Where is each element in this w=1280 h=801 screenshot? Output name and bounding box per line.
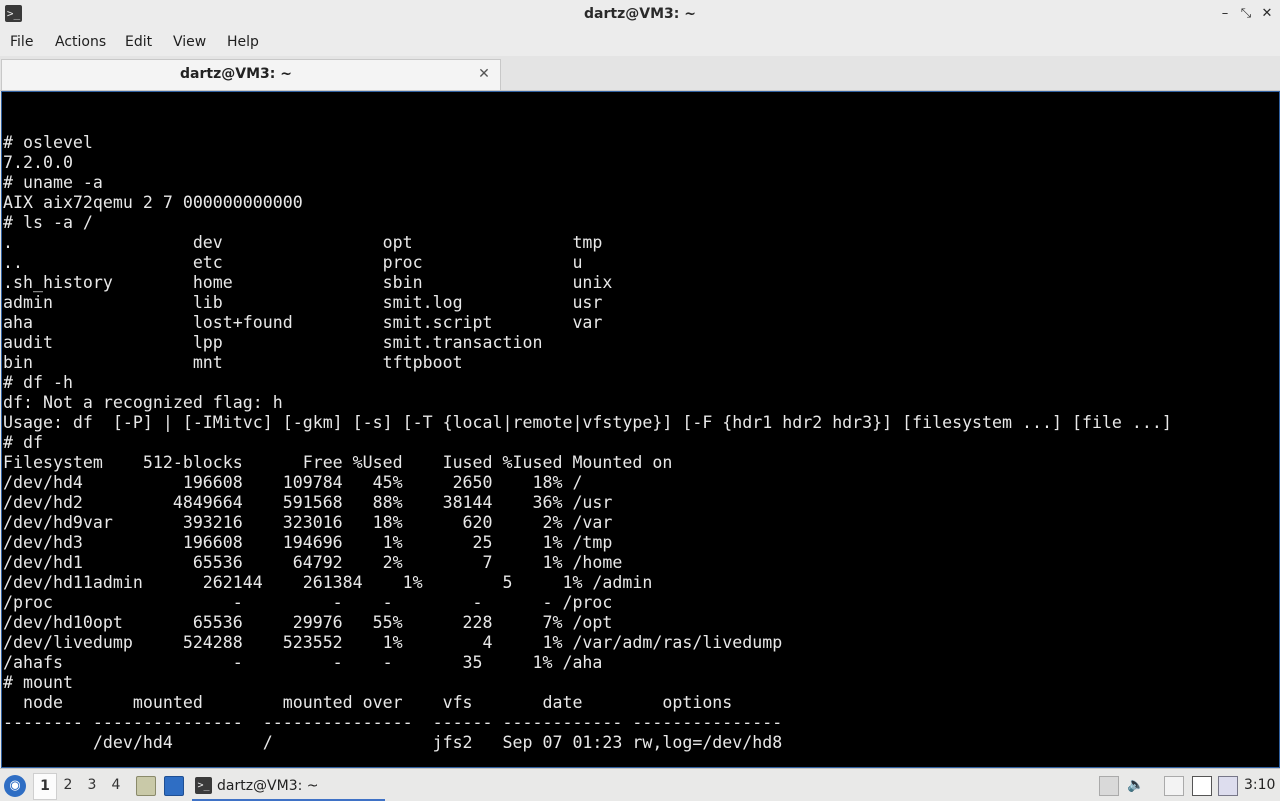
terminal-line: admin lib smit.log usr <box>3 293 603 312</box>
clipboard-icon[interactable] <box>1164 776 1184 796</box>
workspace-3[interactable]: 3 <box>81 773 103 798</box>
menubar: File Actions Edit View Help <box>0 29 1280 56</box>
terminal-line: /dev/livedump 524288 523552 1% 4 1% /var… <box>3 633 783 652</box>
terminal-line: Usage: df [-P] | [-IMitvc] [-gkm] [-s] [… <box>3 413 1172 432</box>
file-manager-icon[interactable] <box>136 776 156 796</box>
terminal-line: /dev/hd10opt 65536 29976 55% 228 7% /opt <box>3 613 613 632</box>
maximize-icon[interactable]: ⤡ <box>1237 5 1255 23</box>
menu-edit[interactable]: Edit <box>125 29 152 56</box>
terminal-line: # mount <box>3 673 73 692</box>
terminal-line: /dev/hd1 65536 64792 2% 7 1% /home <box>3 553 623 572</box>
terminal-line: .. etc proc u <box>3 253 583 272</box>
terminal-line: audit lpp smit.transaction <box>3 333 543 352</box>
show-desktop-icon[interactable] <box>164 776 184 796</box>
tab-strip: dartz@VM3: ~ ✕ <box>0 56 1280 91</box>
menu-help[interactable]: Help <box>227 29 259 56</box>
start-menu-icon[interactable]: ◉ <box>4 775 26 797</box>
updates-icon[interactable] <box>1099 776 1119 796</box>
tab-close-icon[interactable]: ✕ <box>476 65 492 83</box>
menu-actions[interactable]: Actions <box>55 29 106 56</box>
workspace-1[interactable]: 1 <box>33 773 57 800</box>
minimize-icon[interactable]: – <box>1216 5 1234 23</box>
terminal-task-icon: >_ <box>195 777 212 794</box>
terminal-line: /dev/hd2 4849664 591568 88% 38144 36% /u… <box>3 493 613 512</box>
network-icon[interactable] <box>1218 776 1238 796</box>
terminal-line: # df -h <box>3 373 73 392</box>
terminal-line: node mounted mounted over vfs date optio… <box>3 693 733 712</box>
terminal-line: /dev/hd3 196608 194696 1% 25 1% /tmp <box>3 533 613 552</box>
terminal-line: -------- --------------- ---------------… <box>3 713 783 732</box>
taskbar: ◉ 1 2 3 4 >_ dartz@VM3: ~ 🔈 3:10 <box>0 768 1280 801</box>
menu-file[interactable]: File <box>10 29 33 56</box>
terminal-line: # df <box>3 433 43 452</box>
terminal-line: df: Not a recognized flag: h <box>3 393 283 412</box>
task-label: dartz@VM3: ~ <box>217 778 319 794</box>
terminal-output[interactable]: # oslevel 7.2.0.0 # uname -a AIX aix72qemu … <box>1 91 1280 768</box>
screen-icon[interactable] <box>1192 776 1212 796</box>
terminal-line: /dev/hd4 / jfs2 Sep 07 01:23 rw,log=/dev… <box>3 733 783 752</box>
terminal-line: Filesystem 512-blocks Free %Used Iused %… <box>3 453 673 472</box>
window-titlebar[interactable]: >_ dartz@VM3: ~ – ⤡ ✕ <box>0 0 1280 30</box>
taskbar-task-terminal[interactable]: >_ dartz@VM3: ~ <box>192 773 385 801</box>
volume-icon[interactable]: 🔈 <box>1127 776 1145 794</box>
workspace-2[interactable]: 2 <box>57 773 79 798</box>
terminal-line: 7.2.0.0 <box>3 153 73 172</box>
terminal-line: /dev/hd4 196608 109784 45% 2650 18% / <box>3 473 583 492</box>
terminal-line: /ahafs - - - 35 1% /aha <box>3 653 603 672</box>
window-title: dartz@VM3: ~ <box>584 6 696 22</box>
terminal-line: aha lost+found smit.script var <box>3 313 603 332</box>
terminal-line: # uname -a <box>3 173 103 192</box>
terminal-line: # ls -a / <box>3 213 93 232</box>
terminal-line: bin mnt tftpboot <box>3 353 463 372</box>
tab-label: dartz@VM3: ~ <box>180 66 292 82</box>
close-icon[interactable]: ✕ <box>1258 5 1276 23</box>
terminal-line: /proc - - - - - /proc <box>3 593 613 612</box>
terminal-text: # oslevel 7.2.0.0 # uname -a AIX aix72qemu … <box>3 133 1172 753</box>
workspace-4[interactable]: 4 <box>105 773 127 798</box>
clock: 3:10 <box>1244 777 1276 793</box>
terminal-line: /dev/hd9var 393216 323016 18% 620 2% /va… <box>3 513 613 532</box>
terminal-line: # oslevel <box>3 133 93 152</box>
terminal-line: AIX aix72qemu 2 7 000000000000 <box>3 193 303 212</box>
terminal-line: .sh_history home sbin unix <box>3 273 613 292</box>
menu-view[interactable]: View <box>173 29 206 56</box>
terminal-line: /dev/hd11admin 262144 261384 1% 5 1% /ad… <box>3 573 653 592</box>
tab-terminal[interactable]: dartz@VM3: ~ ✕ <box>1 59 501 90</box>
terminal-line: . dev opt tmp <box>3 233 603 252</box>
